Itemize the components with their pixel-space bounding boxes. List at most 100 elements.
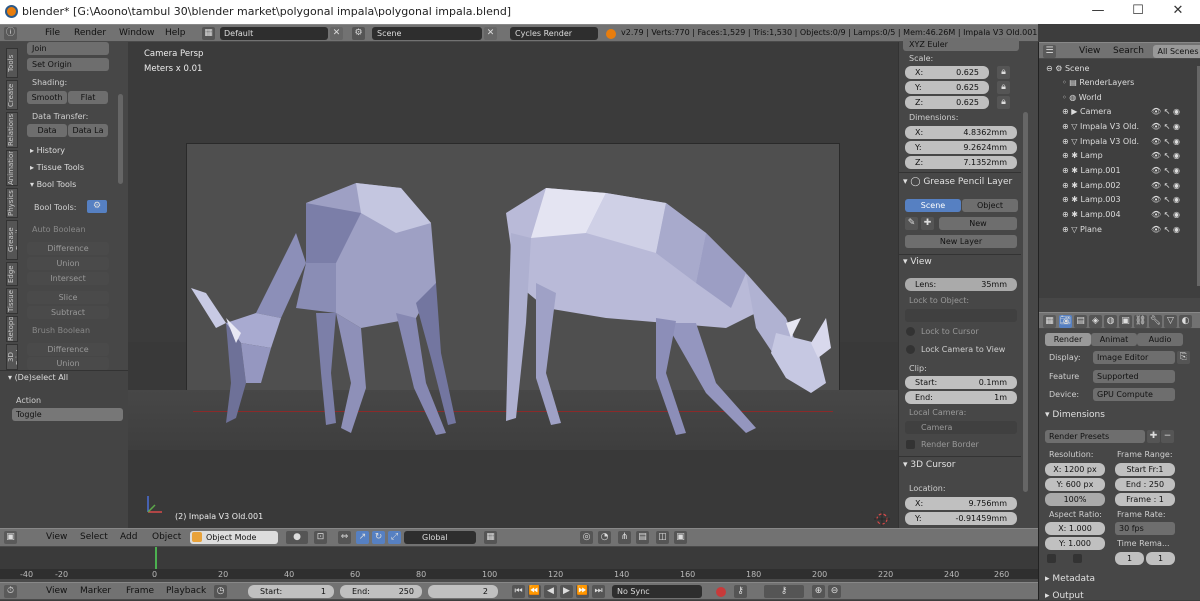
visibility-eye-icon[interactable]: 👁︎ ↖ ◉ [1151, 225, 1180, 234]
keying-icon[interactable]: ⚷ [734, 585, 747, 598]
visibility-eye-icon[interactable]: 👁︎ ↖ ◉ [1151, 166, 1180, 175]
render-border-checkbox[interactable] [906, 440, 915, 449]
bool-tools-toggle-icon[interactable]: ⚙ [87, 200, 107, 213]
tab-retopo[interactable]: Retopo [6, 316, 18, 342]
outliner-item-impala-1[interactable]: ⊕ ▽ Impala V3 Old. [1062, 122, 1139, 131]
join-button[interactable]: Join [27, 42, 109, 55]
scale-icon[interactable]: ⤢ [388, 531, 401, 544]
layers-icon[interactable]: ▦ [484, 531, 497, 544]
outliner-item-impala-2[interactable]: ⊕ ▽ Impala V3 Old. [1062, 137, 1139, 146]
gp-pencil-icon[interactable]: ✎ [905, 217, 918, 230]
data-button[interactable]: Data [27, 124, 67, 137]
border-checkbox[interactable] [1047, 554, 1056, 563]
menu-render[interactable]: Render [74, 28, 106, 38]
lock-camera-checkbox[interactable] [906, 345, 915, 354]
timeline-menu-marker[interactable]: Marker [80, 586, 111, 596]
viewport-shading-icon[interactable]: ● [286, 531, 308, 544]
prev-key-icon[interactable]: ⏪ [528, 585, 541, 598]
properties-editor-icon[interactable]: ▦ [1043, 315, 1056, 328]
smooth-button[interactable]: Smooth [27, 91, 67, 104]
start-frame-field[interactable]: Start: 1 [248, 585, 334, 598]
current-frame-field[interactable]: 2 [428, 585, 498, 598]
menu-file[interactable]: File [45, 28, 60, 38]
outliner-item-world[interactable]: ◦ ◍ World [1062, 93, 1102, 102]
scene-select[interactable]: Scene [372, 27, 482, 40]
insert-key-icon[interactable]: ⊕ [812, 585, 825, 598]
rotation-mode-select[interactable]: XYZ Euler [903, 38, 1019, 51]
timeline-menu-view[interactable]: View [46, 586, 67, 596]
feature-select[interactable]: Supported [1093, 370, 1175, 383]
render-presets-select[interactable]: Render Presets [1045, 430, 1145, 443]
bool-intersect-button[interactable]: Intersect [27, 272, 109, 285]
outliner-item-plane[interactable]: ⊕ ▽ Plane [1062, 225, 1102, 234]
visibility-eye-icon[interactable]: 👁︎ ↖ ◉ [1151, 107, 1180, 116]
outliner-item-renderlayers[interactable]: ◦ ▤ RenderLayers [1062, 78, 1134, 87]
editor-type-icon[interactable]: ⓘ [4, 27, 17, 40]
scene-close-icon[interactable]: ✕ [484, 27, 497, 40]
manipulator-icon[interactable]: ⇔ [338, 531, 351, 544]
layout-select[interactable]: Default [220, 27, 328, 40]
modifiers-tab-icon[interactable]: 🔧︎ [1149, 315, 1162, 328]
brush-union-button[interactable]: Union [27, 357, 109, 370]
tissue-tools-panel[interactable]: ▸ Tissue Tools [30, 163, 84, 172]
tab-tissue[interactable]: Tissue [6, 288, 18, 314]
outliner-item-lamp-004[interactable]: ⊕ ✱ Lamp.004 [1062, 210, 1121, 219]
proportional-edit-icon[interactable]: ◎ [580, 531, 593, 544]
current-frame-indicator[interactable] [155, 547, 157, 569]
layout-icon[interactable]: ▦ [202, 27, 215, 40]
render-subtab[interactable]: Render [1045, 333, 1091, 346]
animation-subtab[interactable]: Animat [1091, 333, 1137, 346]
menu-help[interactable]: Help [165, 28, 186, 38]
tab-3d-print[interactable]: 3D Print [6, 344, 18, 370]
data-tab-icon[interactable]: ▽ [1164, 315, 1177, 328]
sync-select[interactable]: No Sync [612, 585, 702, 598]
view3d-editor-icon[interactable]: ▣ [4, 531, 17, 544]
opengl-render-icon[interactable]: ▣ [674, 531, 687, 544]
scene-tab-icon[interactable]: ◈ [1089, 315, 1102, 328]
bool-difference-button[interactable]: Difference [27, 242, 109, 255]
bool-subtract-button[interactable]: Subtract [27, 306, 109, 319]
delete-key-icon[interactable]: ⊖ [828, 585, 841, 598]
timeline-editor-icon[interactable]: ⏱ [4, 585, 17, 598]
bool-slice-button[interactable]: Slice [27, 291, 109, 304]
snap-icon[interactable]: ⋔ [618, 531, 631, 544]
brush-difference-button[interactable]: Difference [27, 343, 109, 356]
3d-cursor-panel[interactable]: ▾ 3D Cursor [903, 460, 956, 470]
view3d-menu-select[interactable]: Select [80, 532, 108, 542]
local-camera-field[interactable]: Camera [905, 421, 1017, 434]
minimize-button[interactable]: — [1085, 2, 1111, 20]
snap-element-icon[interactable]: ▤ [636, 531, 649, 544]
dim-y-field[interactable]: Y: 9.2624mm [905, 141, 1017, 154]
gp-scene-button[interactable]: Scene [905, 199, 961, 212]
start-frame-render-field[interactable]: Start Fr:1 [1115, 463, 1175, 476]
maximize-button[interactable]: ☐ [1125, 2, 1151, 20]
material-tab-icon[interactable]: ◐ [1179, 315, 1192, 328]
display-select[interactable]: Image Editor [1093, 351, 1175, 364]
falloff-icon[interactable]: ◔ [598, 531, 611, 544]
play-icon[interactable]: ▶ [560, 585, 573, 598]
tab-physics[interactable]: Physics [6, 188, 18, 218]
lock-scale-y-icon[interactable]: 🔒︎ [997, 81, 1010, 94]
outliner-item-lamp-003[interactable]: ⊕ ✱ Lamp.003 [1062, 195, 1121, 204]
cursor-x-field[interactable]: X: 9.756mm [905, 497, 1017, 510]
clip-end-field[interactable]: End: 1m [905, 391, 1017, 404]
jump-end-icon[interactable]: ⏭ [592, 585, 605, 598]
render-engine-select[interactable]: Cycles Render [510, 27, 598, 40]
tab-edge[interactable]: Edge [6, 262, 18, 286]
visibility-eye-icon[interactable]: 👁︎ ↖ ◉ [1151, 210, 1180, 219]
resolution-x-field[interactable]: X: 1200 px [1045, 463, 1105, 476]
tab-relations[interactable]: Relations [6, 112, 18, 148]
end-frame-field[interactable]: End: 250 [340, 585, 422, 598]
timeline-menu-frame[interactable]: Frame [126, 586, 154, 596]
outliner-item-lamp-002[interactable]: ⊕ ✱ Lamp.002 [1062, 181, 1121, 190]
cursor-y-field[interactable]: Y: -0.91459mm [905, 512, 1017, 525]
tab-tools[interactable]: Tools [6, 48, 18, 78]
outliner-display-mode[interactable]: All Scenes [1153, 45, 1200, 58]
render-tab-icon[interactable]: 📷︎ [1059, 315, 1072, 328]
object-tab-icon[interactable]: ▣ [1119, 315, 1132, 328]
end-frame-render-field[interactable]: End : 250 [1115, 478, 1175, 491]
outliner-item-scene[interactable]: ⊖ ⚙ Scene [1046, 64, 1089, 73]
display-lock-icon[interactable]: ⎘ [1177, 351, 1190, 364]
scale-y-field[interactable]: Y: 0.625 [905, 81, 989, 94]
set-origin-button[interactable]: Set Origin [27, 58, 109, 71]
